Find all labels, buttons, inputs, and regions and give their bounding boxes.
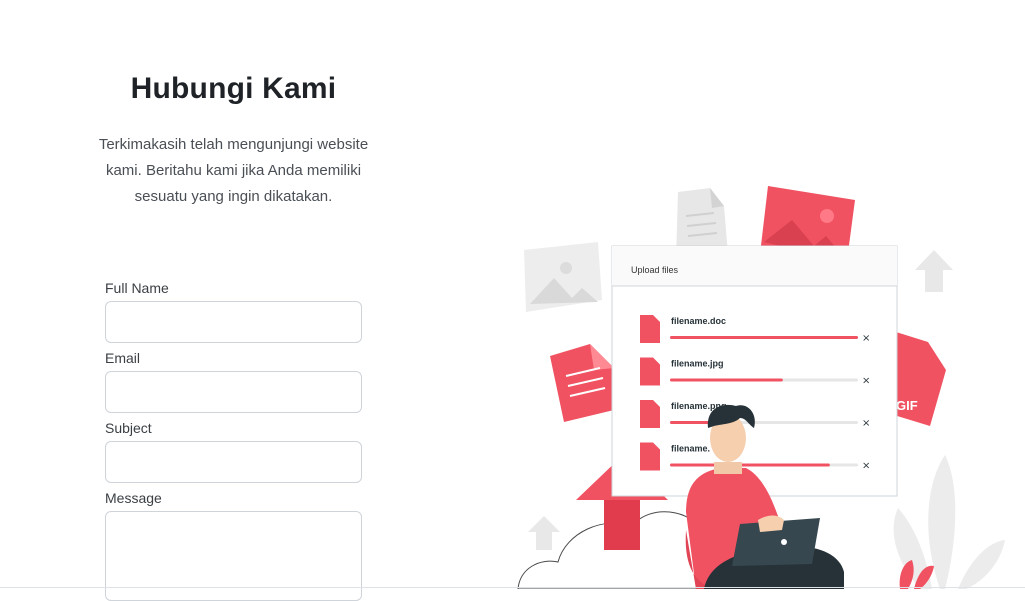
close-icon: × [862, 418, 870, 429]
message-label: Message [105, 490, 162, 506]
email-input[interactable] [105, 371, 362, 413]
close-icon: × [862, 333, 870, 344]
file-name: filename.doc [671, 316, 726, 326]
subject-label: Subject [105, 420, 152, 436]
upload-files-illustration: GIF Upload files filename.doc × filename.j… [517, 186, 1005, 589]
document-icon [640, 315, 660, 343]
progress-bar [670, 378, 783, 382]
close-icon: × [862, 376, 870, 387]
file-name: filename. [671, 444, 710, 454]
full-name-label: Full Name [105, 280, 169, 296]
upload-panel-title: Upload files [631, 265, 679, 275]
full-name-input[interactable] [105, 301, 362, 343]
image-icon [524, 242, 602, 312]
contact-form: Full Name Email Subject Message [105, 279, 362, 601]
email-label: Email [105, 350, 141, 366]
arrow-up-icon [915, 250, 953, 292]
document-icon [640, 442, 660, 471]
subject-input[interactable] [105, 441, 362, 483]
page-title: Hubungi Kami [130, 72, 337, 105]
contact-section: Hubungi Kami Terkimakasih telah mengunju… [0, 0, 467, 601]
intro-text: Terkimakasih telah mengunjungi website k… [98, 136, 369, 205]
gif-label: GIF [896, 398, 918, 413]
progress-bar [670, 463, 830, 467]
document-icon [640, 357, 660, 386]
document-icon [640, 400, 660, 428]
plant-decoration [893, 455, 1005, 589]
upload-panel: Upload files filename.doc × filename.jpg × f… [611, 245, 898, 497]
close-icon: × [862, 461, 870, 472]
page-divider [0, 587, 1025, 588]
document-icon [550, 344, 614, 422]
arrow-up-icon [528, 516, 560, 550]
progress-bar [670, 336, 858, 339]
file-name: filename.jpg [671, 359, 724, 369]
